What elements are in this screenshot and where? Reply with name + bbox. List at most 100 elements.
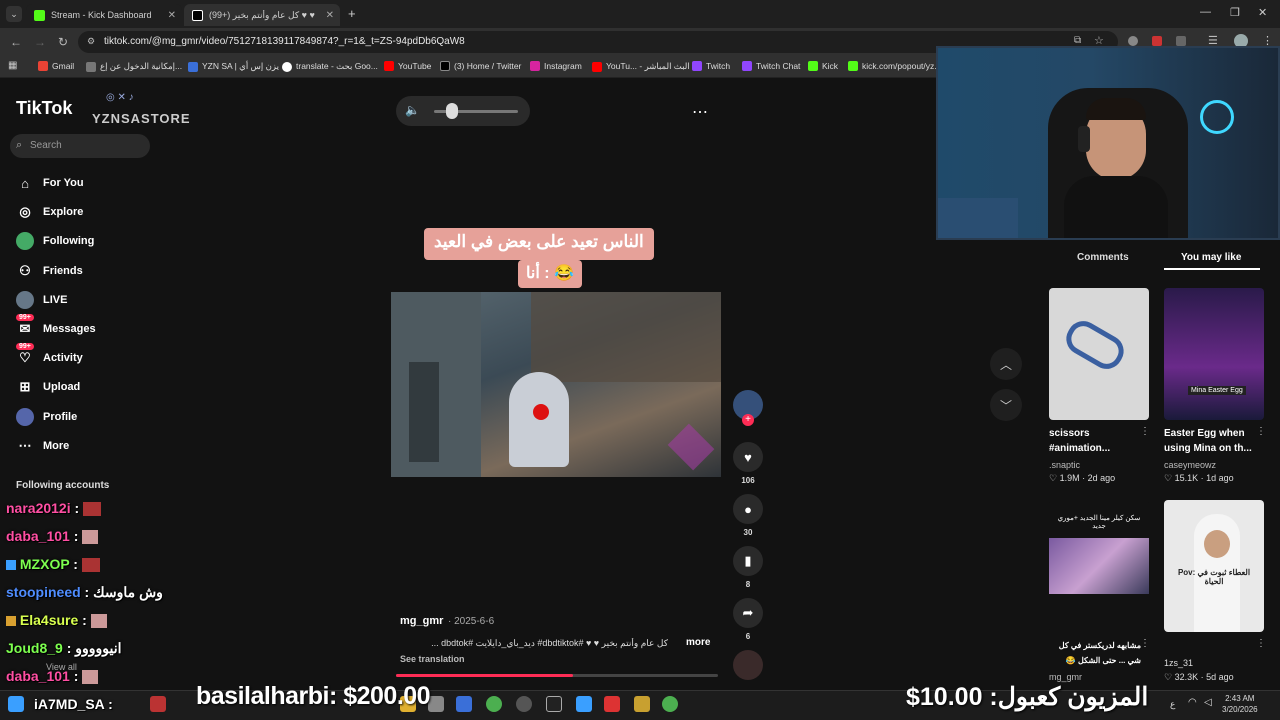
new-tab-icon[interactable]: +	[348, 6, 356, 21]
bookmark-translate[interactable]: translate - بحث Goo...	[282, 61, 378, 72]
author-avatar[interactable]: +	[733, 390, 763, 426]
nav-explore[interactable]: ◎ Explore	[16, 203, 83, 221]
comment-button[interactable]: ● 30	[733, 494, 763, 537]
overlay-social-icons: ◎ ✕ ♪	[106, 92, 134, 103]
extension-icon[interactable]	[1128, 36, 1138, 46]
chat-username: Joud8_9	[6, 640, 63, 656]
card-more-icon[interactable]: ⋮	[1140, 426, 1150, 437]
tab-you-may-like[interactable]: You may like	[1181, 252, 1241, 263]
taskbar-app-icon[interactable]	[150, 696, 166, 712]
bookmark-youtube-live[interactable]: YouTu... - البث المباشر	[592, 61, 690, 72]
maximize-icon[interactable]: ❐	[1230, 6, 1240, 19]
card-more-icon[interactable]: ⋮	[1256, 426, 1266, 437]
taskbar-app-icon[interactable]	[634, 696, 650, 712]
forward-icon[interactable]: →	[34, 35, 46, 49]
taskbar-app-icon[interactable]	[604, 696, 620, 712]
card-more-icon[interactable]: ⋮	[1256, 638, 1266, 649]
card-title[interactable]: scissors #animation...	[1049, 426, 1141, 456]
recommended-video-thumb[interactable]: سكن كيلر مينا الجديد +موري جديد	[1049, 500, 1149, 632]
compass-icon: ◎	[19, 204, 31, 219]
recommended-video-thumb[interactable]: Pov: العطاء ثبوت في الحياة	[1164, 500, 1264, 632]
card-user[interactable]: .snaptic	[1049, 460, 1080, 470]
chrome-icon[interactable]	[486, 696, 502, 712]
bookmark-gmail[interactable]: Gmail	[38, 61, 74, 71]
apps-grid-icon[interactable]: ▦	[8, 60, 17, 71]
nav-messages[interactable]: ✉ 99+ Messages	[16, 314, 96, 338]
nav-for-you[interactable]: ⌂ For You	[16, 174, 83, 192]
nav-friends[interactable]: ⚇ Friends	[16, 262, 83, 280]
bookmark-twitter[interactable]: (3) Home / Twitter	[440, 61, 521, 71]
site-info-icon[interactable]: ⚙	[87, 36, 95, 47]
bookmark-kick[interactable]: Kick	[808, 61, 838, 71]
card-user[interactable]: caseymeowz	[1164, 460, 1216, 470]
volume-handle[interactable]	[446, 103, 458, 119]
taskbar-clock[interactable]: 2:43 AM 3/20/2026	[1222, 693, 1258, 715]
nav-live[interactable]: LIVE	[16, 291, 67, 309]
bookmark-yznsa[interactable]: YZN SA | يزن إس أي	[188, 61, 279, 72]
tab-list-dropdown-icon[interactable]: ⌄	[6, 6, 22, 22]
recommended-video-thumb[interactable]	[1049, 288, 1149, 420]
search-input[interactable]: ⌕ Search	[10, 134, 150, 158]
recommended-video-thumb[interactable]: Mina Easter Egg	[1164, 288, 1264, 420]
bookmark-youtube[interactable]: YouTube	[384, 61, 431, 71]
donation-alert-right: المزيون كعبول: 10.00$	[906, 683, 1149, 711]
wifi-icon[interactable]: ◠	[1188, 697, 1197, 708]
nav-activity[interactable]: ♡ 99+ Activity	[16, 343, 83, 367]
close-tab-icon[interactable]: ✕	[326, 10, 334, 21]
extension-icon[interactable]	[1176, 36, 1186, 46]
start-icon[interactable]	[8, 696, 24, 712]
minimize-icon[interactable]: —	[1200, 6, 1211, 18]
nav-upload[interactable]: ⊞ Upload	[16, 378, 81, 396]
nav-profile[interactable]: Profile	[16, 408, 77, 426]
follow-plus-icon[interactable]: +	[742, 414, 754, 426]
previous-video-button[interactable]: ︿	[990, 348, 1022, 380]
taskbar-app-icon[interactable]	[546, 696, 562, 712]
bookmark-twitch[interactable]: Twitch	[692, 61, 730, 71]
nav-more[interactable]: ⋯ More	[16, 437, 70, 455]
nav-following[interactable]: Following	[16, 232, 94, 250]
install-app-icon[interactable]: ⧉	[1074, 35, 1081, 46]
video-player[interactable]	[391, 292, 721, 477]
taskbar-app-icon[interactable]	[428, 696, 444, 712]
taskbar-app-icon[interactable]	[516, 696, 532, 712]
close-tab-icon[interactable]: ✕	[168, 10, 176, 21]
taskbar-tray-lang[interactable]: ع	[1170, 699, 1175, 710]
tab-underline	[1164, 268, 1260, 270]
volume-tray-icon[interactable]: ◁	[1204, 697, 1212, 708]
activity-icon: ♡ 99+	[16, 343, 34, 367]
tab-comments[interactable]: Comments	[1077, 252, 1129, 263]
see-translation-link[interactable]: See translation	[400, 654, 465, 664]
close-window-icon[interactable]: ✕	[1258, 6, 1267, 19]
card-meta: ♡ 1.9M · 2d ago	[1049, 473, 1116, 483]
bookmark-kick-popout[interactable]: kick.com/popout/yz...	[848, 61, 941, 71]
like-button[interactable]: ♥ 106	[733, 442, 763, 485]
tab-tiktok-video[interactable]: (99+) كل عام وأنتم بخير ♥ ♥ ✕	[184, 4, 340, 26]
save-button[interactable]: ▮ 8	[733, 546, 763, 589]
video-date: · 2025-6-6	[448, 616, 495, 627]
music-disc[interactable]	[733, 650, 763, 680]
extension-icon[interactable]	[1152, 36, 1162, 46]
taskbar-app-icon[interactable]	[576, 696, 592, 712]
reload-icon[interactable]: ↻	[58, 35, 68, 49]
card-user[interactable]: mg_gmr	[1049, 672, 1082, 682]
back-icon[interactable]: ←	[10, 35, 22, 49]
video-progress-bar[interactable]	[396, 674, 718, 677]
card-title[interactable]: Easter Egg when using Mina on th...	[1164, 426, 1256, 456]
card-more-icon[interactable]: ⋮	[1140, 638, 1150, 649]
volume-icon[interactable]: 🔈	[405, 103, 420, 117]
bookmark-instagram[interactable]: Instagram	[530, 61, 582, 71]
next-video-button[interactable]: ﹀	[990, 389, 1022, 421]
chrome-icon[interactable]	[662, 696, 678, 712]
tab-kick-dashboard[interactable]: Stream - Kick Dashboard ✕	[26, 4, 182, 26]
gmail-icon	[38, 61, 48, 71]
bookmark-twitch-chat[interactable]: Twitch Chat	[742, 61, 800, 71]
video-author[interactable]: mg_gmr	[400, 615, 443, 627]
share-button[interactable]: ➦ 6	[733, 598, 763, 641]
bookmark-access[interactable]: إمكانية الدخول عن إع...	[86, 61, 182, 72]
card-title[interactable]: مشابهه لدريكستر في كل شي ... حتى الشكل 😂	[1049, 638, 1141, 668]
more-link[interactable]: more	[686, 637, 710, 648]
volume-control[interactable]: 🔈	[396, 96, 530, 126]
tiktok-logo[interactable]: TikTok	[16, 98, 72, 119]
more-options-icon[interactable]: ⋯	[692, 102, 708, 122]
taskbar-app-icon[interactable]	[456, 696, 472, 712]
